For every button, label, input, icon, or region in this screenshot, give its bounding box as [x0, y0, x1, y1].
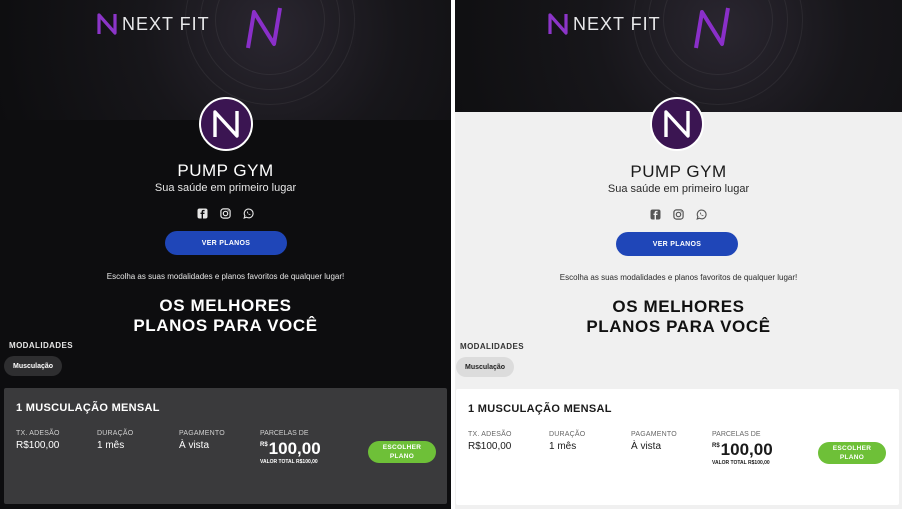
payment: PAGAMENTO À vista: [631, 431, 677, 452]
brand-emblem-icon: [246, 7, 282, 49]
instagram-icon[interactable]: [673, 209, 684, 220]
whatsapp-icon[interactable]: [243, 208, 254, 219]
field-label: PAGAMENTO: [631, 431, 677, 438]
modalities-title: MODALIDADES: [460, 342, 524, 351]
field-label: PAGAMENTO: [179, 430, 225, 437]
choose-plan-button[interactable]: ESCOLHER PLANO: [368, 441, 436, 463]
gym-logo-icon: [664, 110, 690, 138]
currency-symbol: R$: [712, 443, 720, 449]
brand-logo: NEXT FIT: [547, 12, 661, 36]
installments-label: PARCELAS DE: [712, 431, 761, 438]
enrollment-fee: TX. ADESÃO R$100,00: [16, 430, 60, 451]
installment-price: PARCELAS DE R$ 100,00 VALOR TOTAL R$100,…: [712, 431, 773, 466]
field-value: R$100,00: [16, 440, 60, 451]
intro-text: Escolha as suas modalidades e planos fav…: [106, 272, 345, 281]
gym-logo-icon: [213, 110, 239, 138]
field-label: TX. ADESÃO: [16, 430, 60, 437]
price-amount: 100,00: [268, 439, 321, 458]
brand-n-icon: [548, 13, 568, 35]
intro-text: Escolha as suas modalidades e planos fav…: [559, 273, 798, 282]
gym-avatar: [199, 97, 253, 151]
headline-line-2: PLANOS PARA VOCÊ: [133, 316, 318, 335]
field-label: DURAÇÃO: [549, 431, 586, 438]
total-amount: R$100,00: [748, 460, 770, 466]
facebook-icon[interactable]: [650, 209, 661, 220]
field-value: À vista: [631, 441, 662, 452]
social-links: [455, 209, 902, 220]
gym-name: PUMP GYM: [630, 162, 727, 181]
instagram-icon[interactable]: [220, 208, 231, 219]
choose-label-2: PLANO: [839, 454, 865, 461]
field-value: 1 mês: [97, 440, 125, 451]
plan-card: 1 MUSCULAÇÃO MENSAL TX. ADESÃO R$100,00 …: [456, 389, 899, 505]
brand-logo: NEXT FIT: [96, 12, 210, 36]
gym-tagline: Sua saúde em primeiro lugar: [607, 183, 750, 195]
hero-banner: NEXT FIT: [455, 0, 902, 112]
gym-tagline: Sua saúde em primeiro lugar: [154, 182, 297, 194]
field-label: DURAÇÃO: [97, 430, 134, 437]
duration: DURAÇÃO 1 mês: [97, 430, 133, 451]
modalities-title: MODALIDADES: [9, 341, 73, 350]
headline: OS MELHORES PLANOS PARA VOCÊ: [0, 296, 451, 336]
field-label: TX. ADESÃO: [468, 431, 512, 438]
view-plans-button[interactable]: VER PLANOS: [616, 232, 738, 256]
modality-chip[interactable]: Musculação: [456, 357, 515, 377]
enrollment-fee: TX. ADESÃO R$100,00: [468, 431, 512, 452]
total-value: VALOR TOTAL R$100,00: [260, 459, 321, 465]
choose-label-1: ESCOLHER: [382, 444, 422, 451]
field-value: À vista: [179, 440, 210, 451]
duration: DURAÇÃO 1 mês: [549, 431, 585, 452]
headline-line-1: OS MELHORES: [159, 296, 292, 315]
facebook-icon[interactable]: [197, 208, 208, 219]
view-plans-button[interactable]: VER PLANOS: [165, 231, 287, 255]
payment: PAGAMENTO À vista: [179, 430, 225, 451]
total-value: VALOR TOTAL R$100,00: [712, 460, 773, 466]
choose-label-1: ESCOLHER: [832, 445, 872, 452]
gym-avatar: [650, 97, 704, 151]
social-links: [0, 208, 451, 219]
plan-card: 1 MUSCULAÇÃO MENSAL TX. ADESÃO R$100,00 …: [4, 388, 447, 504]
field-value: R$100,00: [468, 441, 512, 452]
plan-title: 1 MUSCULAÇÃO MENSAL: [468, 403, 612, 415]
headline-line-1: OS MELHORES: [612, 297, 745, 316]
light-theme-preview: NEXT FIT PUMP GYM Sua saúde em primeiro …: [455, 0, 902, 509]
installments-label: PARCELAS DE: [260, 430, 309, 437]
whatsapp-icon[interactable]: [696, 209, 707, 220]
choose-label-2: PLANO: [389, 453, 415, 460]
choose-plan-button[interactable]: ESCOLHER PLANO: [818, 442, 886, 464]
brand-name: NEXT FIT: [573, 13, 661, 34]
headline: OS MELHORES PLANOS PARA VOCÊ: [455, 297, 902, 337]
brand-n-icon: [97, 13, 117, 35]
field-value: 1 mês: [549, 441, 577, 452]
total-label: VALOR TOTAL: [260, 459, 295, 465]
gym-name: PUMP GYM: [177, 161, 274, 180]
headline-line-2: PLANOS PARA VOCÊ: [586, 317, 771, 336]
dark-theme-preview: NEXT FIT PUMP GYM Sua saúde em primeiro …: [0, 0, 451, 509]
total-amount: R$100,00: [296, 459, 318, 465]
installment-price: PARCELAS DE R$ 100,00 VALOR TOTAL R$100,…: [260, 430, 321, 465]
brand-emblem-icon: [694, 7, 730, 49]
plan-title: 1 MUSCULAÇÃO MENSAL: [16, 402, 160, 414]
currency-symbol: R$: [260, 442, 268, 448]
brand-name: NEXT FIT: [122, 13, 210, 34]
total-label: VALOR TOTAL: [712, 460, 747, 466]
modality-chip[interactable]: Musculação: [4, 356, 63, 376]
price-amount: 100,00: [720, 440, 773, 459]
